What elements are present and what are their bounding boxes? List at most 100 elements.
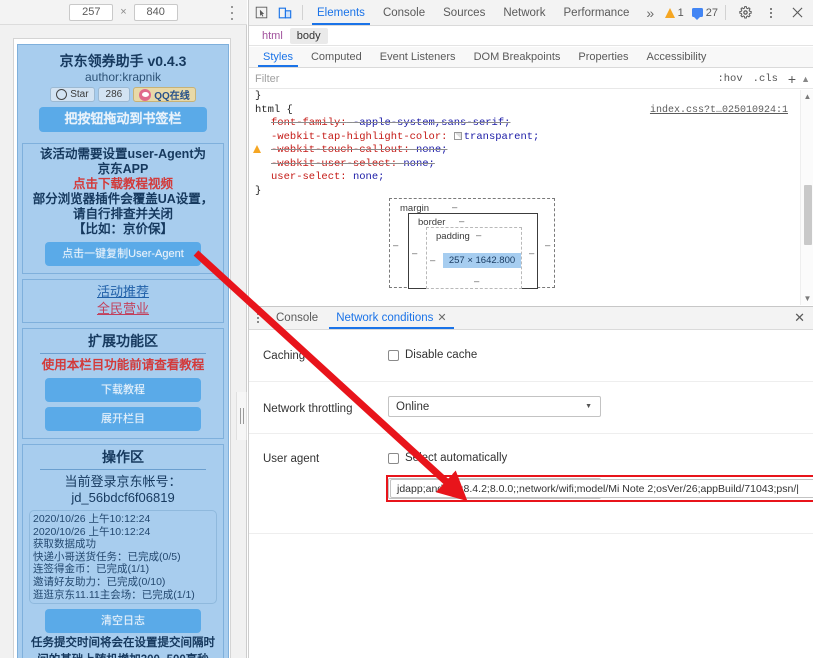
jd-plugin-page: 京东领券助手 v0.4.3 author:krapnik Star 286 QQ… — [17, 44, 229, 658]
tab-accessibility[interactable]: Accessibility — [638, 47, 716, 67]
tab-event-listeners[interactable]: Event Listeners — [371, 47, 465, 67]
pane-resize-handle[interactable] — [236, 392, 247, 440]
drawer-tab-network-conditions[interactable]: Network conditions ✕ — [327, 307, 455, 329]
border-top-value[interactable]: – — [459, 216, 464, 227]
device-height-input[interactable]: 840 — [133, 3, 178, 21]
box-model-diagram: margin – – – – border – – – padding – – — [389, 198, 555, 289]
select-automatically-checkbox[interactable] — [388, 452, 399, 464]
hov-toggle[interactable]: :hov — [712, 73, 747, 85]
close-icon[interactable] — [785, 1, 809, 25]
drawer-tab-console[interactable]: Console — [267, 307, 327, 329]
scroll-down-arrow-icon[interactable]: ▼ — [801, 294, 813, 303]
tab-properties[interactable]: Properties — [569, 47, 637, 67]
padding-bottom-value[interactable]: – — [474, 276, 479, 287]
tab-network[interactable]: Network — [494, 0, 554, 25]
tab-sources[interactable]: Sources — [434, 0, 494, 25]
css-selector-row[interactable]: html { index.css?t…025010924:1 — [249, 104, 813, 118]
tab-computed[interactable]: Computed — [302, 47, 371, 67]
expand-section-button[interactable]: 展开栏目 — [45, 407, 201, 431]
css-declaration[interactable]: font-family: -apple-system,sans-serif; — [249, 117, 813, 131]
device-viewport: 京东领券助手 v0.4.3 author:krapnik Star 286 QQ… — [13, 38, 231, 658]
warning-triangle-icon — [664, 7, 675, 18]
tab-elements[interactable]: Elements — [308, 0, 374, 25]
border-left-value[interactable]: – — [412, 248, 417, 259]
device-more-options-icon[interactable] — [226, 6, 238, 20]
margin-top-value[interactable]: – — [452, 202, 457, 213]
new-style-rule-button[interactable]: + — [783, 72, 801, 86]
disable-cache-checkbox[interactable] — [388, 349, 399, 361]
footer-note-line-2: 间的基础上随机增加300~500毫秒 — [26, 653, 220, 658]
box-model-content-size[interactable]: 257 × 1642.800 — [443, 253, 521, 268]
padding-top-value[interactable]: – — [476, 230, 481, 241]
tab-console[interactable]: Console — [374, 0, 434, 25]
gear-glyph — [738, 6, 752, 19]
log-line: 获取数据成功 — [33, 538, 96, 551]
gear-icon[interactable] — [733, 1, 757, 25]
devtools-more-options-icon[interactable] — [759, 1, 783, 25]
more-tabs-icon[interactable]: » — [638, 1, 662, 25]
message-count-badge[interactable]: 27 — [691, 7, 718, 20]
margin-left-value[interactable]: – — [393, 240, 398, 251]
warning-triangle-icon — [253, 145, 261, 153]
box-model-margin[interactable]: margin – – – – border – – – padding – – — [389, 198, 555, 289]
clear-log-button[interactable]: 清空日志 — [45, 609, 201, 634]
scroll-up-arrow-icon[interactable]: ▲ — [801, 92, 813, 101]
tab-styles[interactable]: Styles — [254, 47, 302, 67]
css-declaration[interactable]: user-select: none; — [249, 171, 813, 185]
jd-operations-box: 操作区 当前登录京东帐号： jd_56bdcf6f06819 2020/10/2… — [22, 444, 224, 658]
tab-performance[interactable]: Performance — [555, 0, 639, 25]
disable-cache-control[interactable]: Disable cache — [388, 349, 477, 361]
warning-count-badge[interactable]: 1 — [664, 7, 684, 19]
box-model-padding[interactable]: padding – – – – 257 × 1642.800 — [426, 227, 522, 289]
styles-filter-input[interactable]: Filter — [249, 69, 713, 88]
border-right-value[interactable]: – — [529, 248, 534, 259]
box-model-border[interactable]: border – – – padding – – – – 257 × 1642.… — [408, 213, 538, 289]
notice-line-5: 【比如：京价保】 — [72, 222, 173, 236]
qq-online-badge[interactable]: QQ在线 — [133, 87, 196, 102]
device-toolbar-icon[interactable] — [273, 1, 297, 25]
css-prop-name: font-family: — [271, 117, 347, 129]
styles-tab-strip: Styles Computed Event Listeners DOM Brea… — [249, 47, 813, 68]
inspect-cursor-icon[interactable] — [249, 1, 273, 25]
device-width-input[interactable]: 257 — [69, 3, 114, 21]
drawer-more-options-icon[interactable] — [249, 307, 267, 329]
log-box[interactable]: 2020/10/26 上午10:12:24 2020/10/26 上午10:12… — [29, 510, 217, 605]
github-icon — [56, 89, 68, 100]
tab-dom-breakpoints[interactable]: DOM Breakpoints — [465, 47, 570, 67]
recommend-title-link[interactable]: 活动推荐 — [26, 283, 220, 300]
styles-scrollbar-track[interactable]: ▲ ▼ — [800, 90, 813, 305]
jd-notice-box: 该活动需要设置user-Agent为 京东APP 点击下载教程视频 部分浏览器插… — [22, 143, 224, 274]
scroll-up-icon[interactable]: ▲ — [801, 74, 813, 84]
network-throttling-value: Online — [396, 401, 430, 413]
network-throttling-select[interactable]: Online ▼ — [388, 396, 601, 417]
download-tutorial-button[interactable]: 下载教程 — [45, 378, 201, 402]
devtools-status-cluster: 1 27 — [664, 1, 813, 25]
jd-title: 京东领券助手 v0.4.3 — [59, 53, 187, 69]
css-declaration[interactable]: -webkit-tap-highlight-color: transparent… — [249, 131, 813, 145]
css-declaration[interactable]: -webkit-touch-callout: none; — [249, 144, 813, 158]
breadcrumb-body[interactable]: body — [289, 28, 328, 44]
css-source-link[interactable]: index.css?t…025010924:1 — [650, 104, 788, 118]
log-line: 连签得金币：已完成(1/1) — [33, 563, 150, 576]
account-label: 当前登录京东帐号： — [64, 474, 182, 489]
recommend-activity-link[interactable]: 全民营业 — [26, 300, 220, 317]
copy-user-agent-button[interactable]: 点击一键复制User-Agent — [45, 242, 201, 266]
padding-left-value[interactable]: – — [430, 255, 435, 266]
select-automatically-control[interactable]: Select automatically — [388, 452, 507, 464]
css-prop-name: -webkit-touch-callout: — [271, 144, 410, 156]
devtools-panel: Elements Console Sources Network Perform… — [248, 0, 813, 658]
tutorial-video-link[interactable]: 点击下载教程视频 — [26, 177, 220, 192]
css-declaration[interactable]: -webkit-user-select: none; — [249, 158, 813, 172]
devtools-main-toolbar: Elements Console Sources Network Perform… — [249, 0, 813, 26]
css-prop-value: -apple-system,sans-serif; — [352, 117, 511, 129]
color-swatch-icon[interactable] — [453, 131, 462, 140]
styles-scrollbar-thumb[interactable] — [804, 185, 812, 245]
user-agent-string-input[interactable]: jdapp;android;8.4.2;8.0.0;;network/wifi;… — [390, 479, 813, 498]
breadcrumb-html[interactable]: html — [255, 28, 290, 44]
margin-right-value[interactable]: – — [545, 240, 550, 251]
cls-toggle[interactable]: .cls — [748, 73, 783, 85]
drag-to-bookmark-button[interactable]: 把按钮拖动到书签栏 — [38, 107, 208, 132]
drawer-close-icon[interactable]: ✕ — [794, 310, 813, 326]
drawer-tab-close-icon[interactable]: ✕ — [437, 312, 446, 324]
github-star-badge[interactable]: Star — [50, 87, 95, 102]
